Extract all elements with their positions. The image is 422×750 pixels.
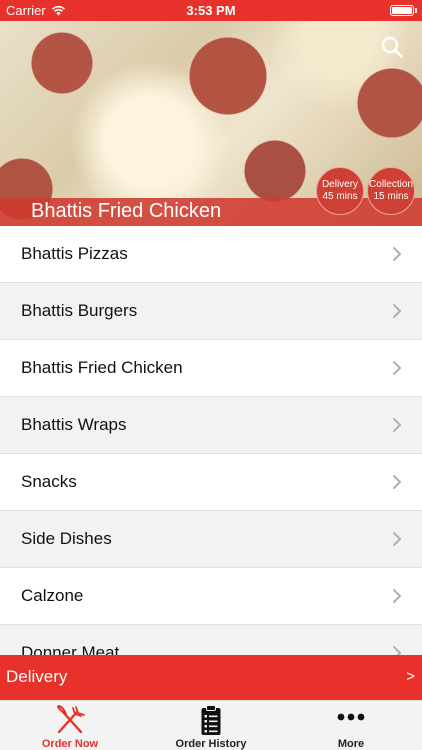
battery-icon bbox=[390, 5, 414, 16]
chevron-right-icon bbox=[393, 418, 402, 432]
bottom-tab-bar: Order Now Order History More bbox=[0, 700, 422, 750]
hero-banner: Bhattis Fried Chicken Delivery 45 mins C… bbox=[0, 21, 422, 226]
tab-more[interactable]: More bbox=[281, 701, 421, 750]
chevron-right-icon bbox=[393, 304, 402, 318]
collection-badge-label: Collection bbox=[369, 179, 413, 190]
menu-item-snacks[interactable]: Snacks bbox=[0, 454, 422, 511]
chevron-right-icon bbox=[393, 361, 402, 375]
menu-item-label: Side Dishes bbox=[21, 529, 112, 548]
order-mode-arrow: > bbox=[406, 668, 415, 685]
menu-item-label: Bhattis Pizzas bbox=[21, 244, 128, 263]
menu-item-bhattis-wraps[interactable]: Bhattis Wraps bbox=[0, 397, 422, 454]
delivery-time-badge: Delivery 45 mins bbox=[316, 167, 364, 215]
menu-item-label: Bhattis Wraps bbox=[21, 415, 127, 434]
chevron-right-icon bbox=[393, 646, 402, 655]
menu-item-calzone[interactable]: Calzone bbox=[0, 568, 422, 625]
order-mode-bar[interactable]: Delivery > bbox=[0, 655, 422, 700]
tab-label: More bbox=[337, 738, 365, 750]
delivery-badge-label: Delivery bbox=[321, 179, 359, 190]
menu-item-label: Donner Meat bbox=[21, 643, 120, 655]
restaurant-name: Bhattis Fried Chicken bbox=[31, 200, 222, 222]
menu-item-donner-meat[interactable]: Donner Meat bbox=[0, 625, 422, 655]
chevron-right-icon bbox=[393, 247, 402, 261]
tab-label: Order Now bbox=[41, 738, 99, 750]
status-bar: Carrier 3:53 PM bbox=[0, 0, 422, 21]
menu-item-bhattis-fried-chicken[interactable]: Bhattis Fried Chicken bbox=[0, 340, 422, 397]
menu-category-list[interactable]: Bhattis Pizzas Bhattis Burgers Bhattis F… bbox=[0, 226, 422, 655]
battery-tip bbox=[415, 8, 417, 13]
search-icon[interactable] bbox=[380, 35, 404, 59]
chevron-right-icon bbox=[393, 475, 402, 489]
collection-badge-time: 15 mins bbox=[373, 191, 409, 202]
fork-knife-icon bbox=[57, 704, 85, 734]
tab-label: Order History bbox=[175, 738, 247, 750]
tab-order-history[interactable]: Order History bbox=[141, 701, 281, 750]
more-dots-icon bbox=[337, 713, 365, 721]
status-time: 3:53 PM bbox=[186, 3, 236, 18]
menu-item-label: Calzone bbox=[21, 586, 84, 605]
order-mode-label: Delivery bbox=[6, 667, 68, 686]
collection-time-badge: Collection 15 mins bbox=[367, 167, 415, 215]
menu-item-bhattis-pizzas[interactable]: Bhattis Pizzas bbox=[0, 226, 422, 283]
menu-item-side-dishes[interactable]: Side Dishes bbox=[0, 511, 422, 568]
menu-item-label: Bhattis Burgers bbox=[21, 301, 138, 320]
chevron-right-icon bbox=[393, 589, 402, 603]
tab-order-now[interactable]: Order Now bbox=[0, 701, 140, 750]
delivery-badge-time: 45 mins bbox=[322, 191, 358, 202]
clipboard-list-icon bbox=[201, 705, 221, 735]
chevron-right-icon bbox=[393, 532, 402, 546]
menu-item-label: Bhattis Fried Chicken bbox=[21, 358, 183, 377]
menu-item-label: Snacks bbox=[21, 472, 77, 491]
menu-item-bhattis-burgers[interactable]: Bhattis Burgers bbox=[0, 283, 422, 340]
